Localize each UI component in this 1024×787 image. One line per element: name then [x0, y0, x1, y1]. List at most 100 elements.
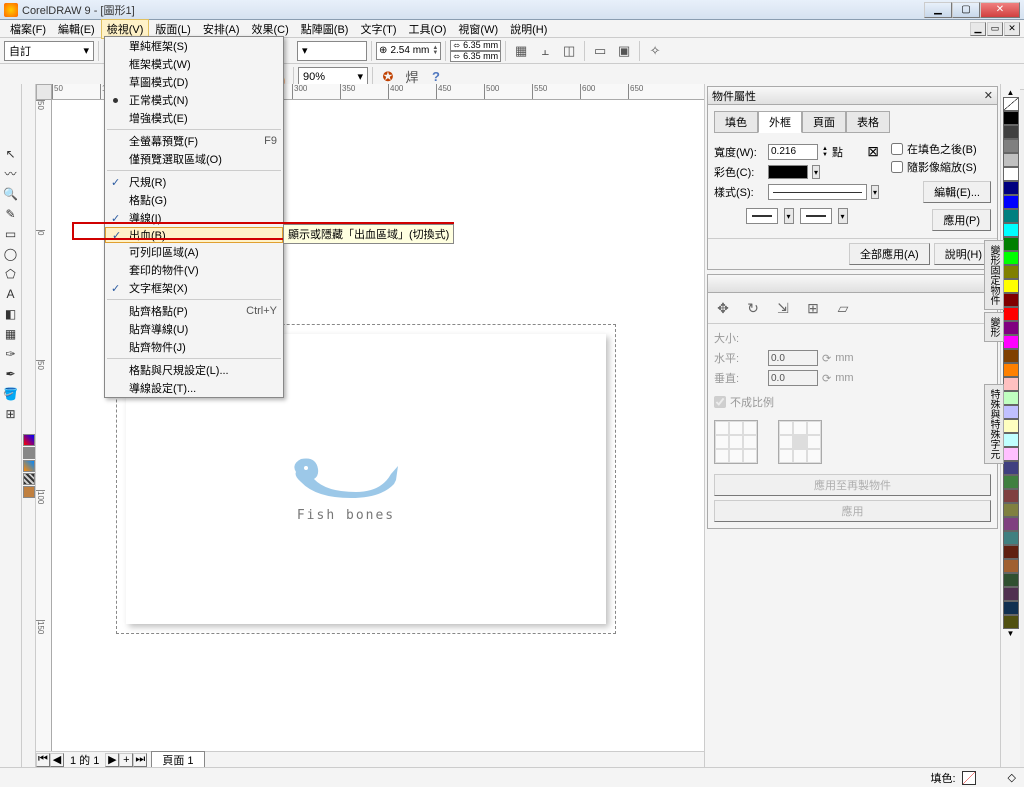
edit-button[interactable]: 編輯(E)...	[923, 181, 991, 203]
palette-swatch[interactable]	[1003, 559, 1019, 573]
no-outline-icon[interactable]: ⊠	[867, 143, 879, 160]
interactive-fill-icon[interactable]: ◧	[1, 304, 20, 323]
menu-item[interactable]: 貼齊導線(U)	[105, 320, 283, 338]
h-input[interactable]	[768, 350, 818, 366]
scale-icon[interactable]: ⇲	[772, 297, 794, 319]
misc-icon[interactable]: ✧	[644, 40, 666, 62]
menu-item[interactable]: 格點與尺規設定(L)...	[105, 361, 283, 379]
menu-item[interactable]: 僅預覽選取區域(O)	[105, 150, 283, 168]
no-color-swatch[interactable]	[1003, 97, 1019, 111]
palette-swatch[interactable]	[1003, 503, 1019, 517]
menu-text[interactable]: 文字(T)	[354, 19, 402, 39]
shape-tool-icon[interactable]: 〰	[1, 164, 20, 183]
palette-swatch[interactable]	[1003, 265, 1019, 279]
palette-up-icon[interactable]: ▲	[1007, 88, 1015, 97]
polygon-tool-icon[interactable]: ⬠	[1, 264, 20, 283]
minimize-button[interactable]: ▁	[924, 2, 952, 18]
menu-bitmap[interactable]: 點陣圖(B)	[295, 19, 355, 39]
palette-swatch[interactable]	[1003, 517, 1019, 531]
palette-swatch[interactable]	[1003, 181, 1019, 195]
menu-item[interactable]: 可列印區域(A)	[105, 243, 283, 261]
palette-swatch[interactable]	[1003, 615, 1019, 629]
dupx-spinner[interactable]: ⬄ 6.35 mm	[450, 40, 501, 51]
menu-item[interactable]: 套印的物件(V)	[105, 261, 283, 279]
ruler-origin[interactable]	[36, 84, 52, 100]
scale-checkbox[interactable]	[891, 161, 903, 173]
palette-swatch[interactable]	[1003, 279, 1019, 293]
interactive-tool-icon[interactable]: ⊞	[1, 404, 20, 423]
palette-swatch[interactable]	[1003, 125, 1019, 139]
menu-item[interactable]: ✓出血(B)	[105, 227, 283, 243]
outline-color-indicator[interactable]: ◇	[1008, 771, 1016, 784]
mdi-restore[interactable]: ▭	[987, 22, 1003, 36]
palette-swatch[interactable]	[1003, 195, 1019, 209]
fill-tool-icon[interactable]: 🪣	[1, 384, 20, 403]
tab-page[interactable]: 頁面	[802, 111, 846, 133]
pick-tool-icon[interactable]: ↖	[1, 144, 20, 163]
palette-swatch[interactable]	[1003, 237, 1019, 251]
palette-swatch[interactable]	[1003, 321, 1019, 335]
fill-color-indicator[interactable]	[962, 771, 976, 785]
close-button[interactable]: ✕	[980, 2, 1020, 18]
eyedropper-icon[interactable]: ✑	[1, 344, 20, 363]
menu-edit[interactable]: 編輯(E)	[52, 19, 101, 39]
menu-item[interactable]: 增強模式(E)	[105, 109, 283, 127]
palette-swatch[interactable]	[1003, 531, 1019, 545]
page-prev[interactable]: ◀	[50, 753, 64, 767]
freehand-tool-icon[interactable]: ✎	[1, 204, 20, 223]
palette-swatch[interactable]	[1003, 545, 1019, 559]
palette-swatch[interactable]	[1003, 447, 1019, 461]
color-swatch[interactable]	[23, 460, 35, 472]
page-first[interactable]: ⏮	[36, 753, 50, 767]
menu-item[interactable]: 貼齊物件(J)	[105, 338, 283, 356]
menu-item[interactable]: 草圖模式(D)	[105, 73, 283, 91]
position-icon[interactable]: ✥	[712, 297, 734, 319]
color-swatch[interactable]	[23, 486, 35, 498]
size-icon[interactable]: ⊞	[802, 297, 824, 319]
end-arrow[interactable]	[800, 208, 832, 224]
palette-swatch[interactable]	[1003, 335, 1019, 349]
mdi-minimize[interactable]: ▁	[970, 22, 986, 36]
palette-swatch[interactable]	[1003, 433, 1019, 447]
units-combo[interactable]: ▾	[297, 41, 367, 61]
snap-guide-icon[interactable]: ⫠	[534, 40, 556, 62]
tab-fill[interactable]: 填色	[714, 111, 758, 133]
anchor-grid-right[interactable]	[778, 420, 822, 464]
apply-duplicate-button[interactable]: 應用至再製物件	[714, 474, 991, 496]
menu-item[interactable]: ✓文字框架(X)	[105, 279, 283, 297]
maximize-button[interactable]: ▢	[952, 2, 980, 18]
color-swatch[interactable]	[23, 447, 35, 459]
snap-grid-icon[interactable]: ▦	[510, 40, 532, 62]
menu-help[interactable]: 說明(H)	[504, 19, 553, 39]
apply-button[interactable]: 應用(P)	[932, 209, 991, 231]
page-tab[interactable]: 頁面 1	[151, 751, 204, 767]
zoom-tool-icon[interactable]: 🔍	[1, 184, 20, 203]
start-arrow-dd[interactable]: ▾	[784, 208, 794, 224]
apply-all-button[interactable]: 全部應用(A)	[849, 243, 930, 265]
page-last[interactable]: ⏭	[133, 753, 147, 767]
palette-swatch[interactable]	[1003, 293, 1019, 307]
color-dropdown[interactable]: ▾	[812, 165, 820, 179]
menu-item[interactable]: 正常模式(N)	[105, 91, 283, 109]
color-swatch-button[interactable]	[768, 165, 808, 179]
preset-combo[interactable]: 自訂▾	[4, 41, 94, 61]
menu-file[interactable]: 檔案(F)	[4, 19, 52, 39]
behind-fill-checkbox[interactable]	[891, 143, 903, 155]
interactive-transp-icon[interactable]: ▦	[1, 324, 20, 343]
page-next[interactable]: ▶	[105, 753, 119, 767]
nudge-spinner[interactable]: ⊕ 2.54 mm▲▼	[376, 42, 441, 60]
palette-swatch[interactable]	[1003, 377, 1019, 391]
palette-swatch[interactable]	[1003, 139, 1019, 153]
skew-icon[interactable]: ▱	[832, 297, 854, 319]
palette-swatch[interactable]	[1003, 587, 1019, 601]
anchor-grid-left[interactable]	[714, 420, 758, 464]
palette-swatch[interactable]	[1003, 419, 1019, 433]
side-tab-3[interactable]: 特殊與特殊字元	[984, 384, 1004, 464]
side-tab-1[interactable]: 變形固定物件	[984, 240, 1004, 310]
menu-tools[interactable]: 工具(O)	[403, 19, 453, 39]
palette-swatch[interactable]	[1003, 363, 1019, 377]
palette-swatch[interactable]	[1003, 475, 1019, 489]
menu-item[interactable]: 框架模式(W)	[105, 55, 283, 73]
palette-swatch[interactable]	[1003, 573, 1019, 587]
palette-swatch[interactable]	[1003, 223, 1019, 237]
